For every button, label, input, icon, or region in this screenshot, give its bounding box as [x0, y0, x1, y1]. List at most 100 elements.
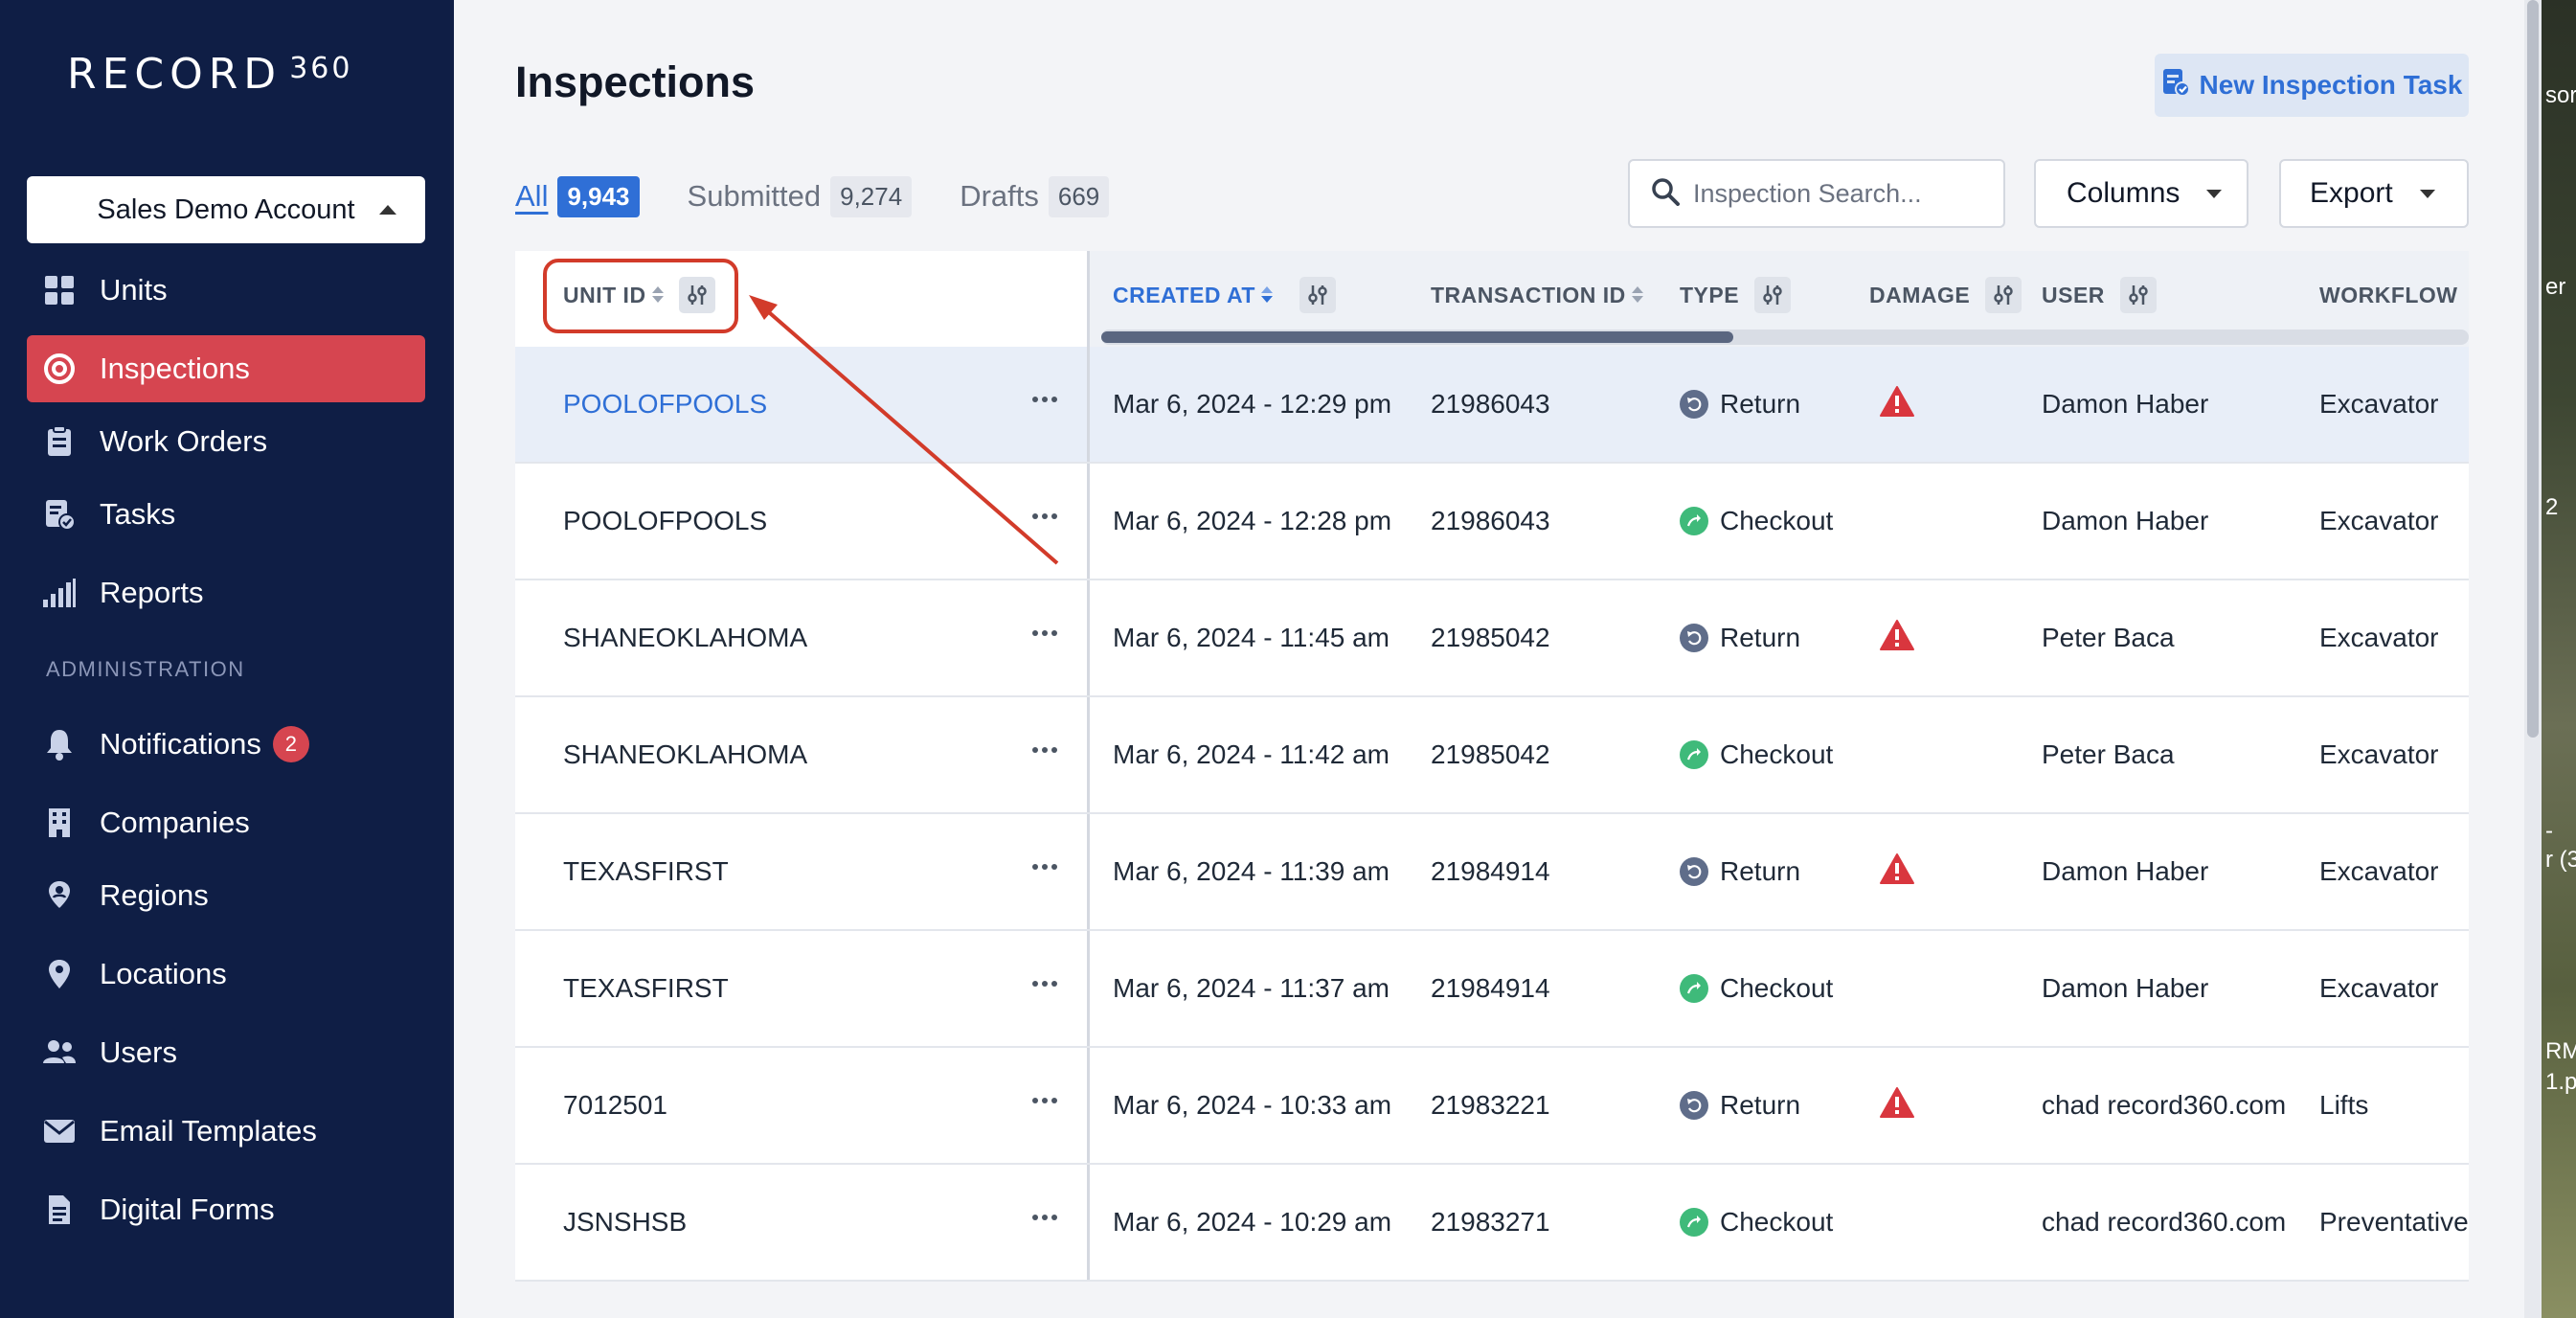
tab-submitted[interactable]: Submitted 9,274 [688, 175, 913, 217]
columns-dropdown[interactable]: Columns [2034, 159, 2248, 228]
column-label: TYPE [1680, 282, 1740, 307]
sidebar-item-tasks[interactable]: Tasks [27, 481, 425, 548]
tab-all[interactable]: All 9,943 [515, 175, 640, 217]
edge-text: 1.p [2545, 1069, 2576, 1095]
user-cell: Damon Haber [2042, 856, 2209, 886]
page-scrollbar-thumb[interactable] [2527, 0, 2539, 738]
type-label: Return [1720, 389, 1801, 419]
page-scrollbar[interactable] [2524, 0, 2542, 1318]
inspection-search[interactable] [1628, 159, 2005, 228]
tab-count: 669 [1048, 175, 1110, 217]
more-options-icon[interactable] [1032, 981, 1057, 987]
sort-icon[interactable] [1631, 286, 1643, 304]
table-row[interactable]: JSNSHSB Mar 6, 2024 - 10:29 am 21983271 Che… [515, 1165, 2469, 1282]
table-row[interactable]: 7012501 Mar 6, 2024 - 10:33 am 21983221 Ret… [515, 1048, 2469, 1165]
tab-drafts[interactable]: Drafts 669 [960, 175, 1110, 217]
caret-down-icon [2206, 189, 2223, 198]
sidebar-item-locations[interactable]: Locations [27, 941, 425, 1008]
scrollbar-thumb[interactable] [1101, 331, 1733, 343]
sidebar-item-label: Inspections [100, 352, 250, 385]
envelope-icon [40, 1112, 79, 1150]
table-header: UNIT ID CREATED AT TRANSACTION ID TYPE D… [515, 251, 2469, 347]
unit-id-link[interactable]: TEXASFIRST [563, 931, 729, 1046]
column-label: TRANSACTION ID [1431, 282, 1626, 307]
more-options-icon[interactable] [1032, 1098, 1057, 1103]
workflow-cell: Excavator [2319, 389, 2439, 419]
sidebar-item-regions[interactable]: Regions [27, 862, 425, 929]
sidebar-item-reports[interactable]: Reports [27, 559, 425, 626]
table-row[interactable]: POOLOFPOOLS Mar 6, 2024 - 12:28 pm 2198604… [515, 464, 2469, 580]
record360-logo[interactable]: RECORD 360 [67, 50, 352, 99]
workflow-cell: Lifts [2319, 1090, 2369, 1120]
unit-id-link[interactable]: JSNSHSB [563, 1165, 687, 1280]
horizontal-scrollbar[interactable] [1101, 330, 2469, 345]
column-filter-icon[interactable] [1985, 277, 2022, 313]
building-icon [40, 804, 79, 842]
sidebar-item-label: Work Orders [100, 424, 268, 458]
type-cell: Checkout [1680, 464, 1833, 579]
column-filter-icon[interactable] [1754, 277, 1792, 313]
sort-desc-icon[interactable] [1260, 286, 1273, 304]
type-cell: Checkout [1680, 1165, 1833, 1280]
column-label: DAMAGE [1869, 282, 1971, 307]
task-check-icon [40, 495, 79, 534]
bar-signal-icon [40, 574, 79, 612]
column-header-created-at[interactable]: CREATED AT [1113, 251, 1336, 339]
workflow-cell: Excavator [2319, 973, 2439, 1003]
sidebar-item-notifications[interactable]: Notifications 2 [27, 711, 425, 778]
more-options-icon[interactable] [1032, 513, 1057, 519]
column-filter-icon[interactable] [1299, 277, 1336, 313]
unit-id-link[interactable]: 7012501 [563, 1048, 667, 1163]
type-cell: Checkout [1680, 931, 1833, 1046]
transaction-id-cell: 21986043 [1431, 389, 1550, 419]
sidebar-item-companies[interactable]: Companies [27, 789, 425, 856]
column-label: WORKFLOW [2319, 282, 2458, 307]
column-header-workflow[interactable]: WORKFLOW [2319, 251, 2469, 339]
more-options-icon[interactable] [1032, 1215, 1057, 1220]
export-dropdown[interactable]: Export [2279, 159, 2469, 228]
unit-id-link[interactable]: TEXASFIRST [563, 814, 729, 929]
export-label: Export [2310, 177, 2393, 209]
sidebar-item-inspections[interactable]: Inspections [27, 335, 425, 402]
caret-up-icon [379, 205, 396, 215]
unit-id-link[interactable]: SHANEOKLAHOMA [563, 580, 807, 695]
sidebar-item-digital-forms[interactable]: Digital Forms [27, 1176, 425, 1243]
table-row[interactable]: SHANEOKLAHOMA Mar 6, 2024 - 11:42 am 21985… [515, 697, 2469, 814]
edge-text: - [2545, 818, 2553, 844]
sidebar-item-email-templates[interactable]: Email Templates [27, 1098, 425, 1165]
unit-id-link[interactable]: SHANEOKLAHOMA [563, 697, 807, 812]
sidebar-item-users[interactable]: Users [27, 1019, 425, 1086]
clipboard-icon [40, 422, 79, 461]
more-options-icon[interactable] [1032, 747, 1057, 753]
table-row[interactable]: SHANEOKLAHOMA Mar 6, 2024 - 11:45 am 21985… [515, 580, 2469, 697]
transaction-id-cell: 21985042 [1431, 739, 1550, 769]
more-options-icon[interactable] [1032, 397, 1057, 402]
search-input[interactable] [1693, 178, 1980, 209]
table-row[interactable]: TEXASFIRST Mar 6, 2024 - 11:37 am 21984914… [515, 931, 2469, 1048]
more-options-icon[interactable] [1032, 630, 1057, 636]
column-header-transaction-id[interactable]: TRANSACTION ID [1431, 251, 1643, 339]
tab-label: All [515, 179, 549, 213]
more-options-icon[interactable] [1032, 864, 1057, 870]
column-filter-icon[interactable] [2119, 277, 2157, 313]
account-selector[interactable]: Sales Demo Account [27, 176, 425, 243]
table-row[interactable]: TEXASFIRST Mar 6, 2024 - 11:39 am 21984914… [515, 814, 2469, 931]
user-cell: Damon Haber [2042, 973, 2209, 1003]
table-row[interactable]: POOLOFPOOLS Mar 6, 2024 - 12:29 pm 2198604… [515, 347, 2469, 464]
type-cell: Return [1680, 1048, 1800, 1163]
transaction-id-cell: 21986043 [1431, 506, 1550, 535]
created-at-cell: Mar 6, 2024 - 11:39 am [1113, 856, 1390, 886]
unit-id-link[interactable]: POOLOFPOOLS [563, 347, 767, 462]
unit-id-link[interactable]: POOLOFPOOLS [563, 464, 767, 579]
column-header-user[interactable]: USER [2042, 251, 2157, 339]
sidebar-item-units[interactable]: Units [27, 257, 425, 324]
user-cell: Peter Baca [2042, 739, 2175, 769]
transaction-id-cell: 21985042 [1431, 623, 1550, 652]
transaction-id-cell: 21984914 [1431, 856, 1550, 886]
new-inspection-task-button[interactable]: New Inspection Task [2155, 54, 2469, 117]
workflow-cell: Excavator [2319, 739, 2439, 769]
column-header-type[interactable]: TYPE [1680, 251, 1792, 339]
sidebar-item-work-orders[interactable]: Work Orders [27, 408, 425, 475]
column-header-damage[interactable]: DAMAGE [1869, 251, 2022, 339]
type-label: Return [1720, 623, 1801, 652]
